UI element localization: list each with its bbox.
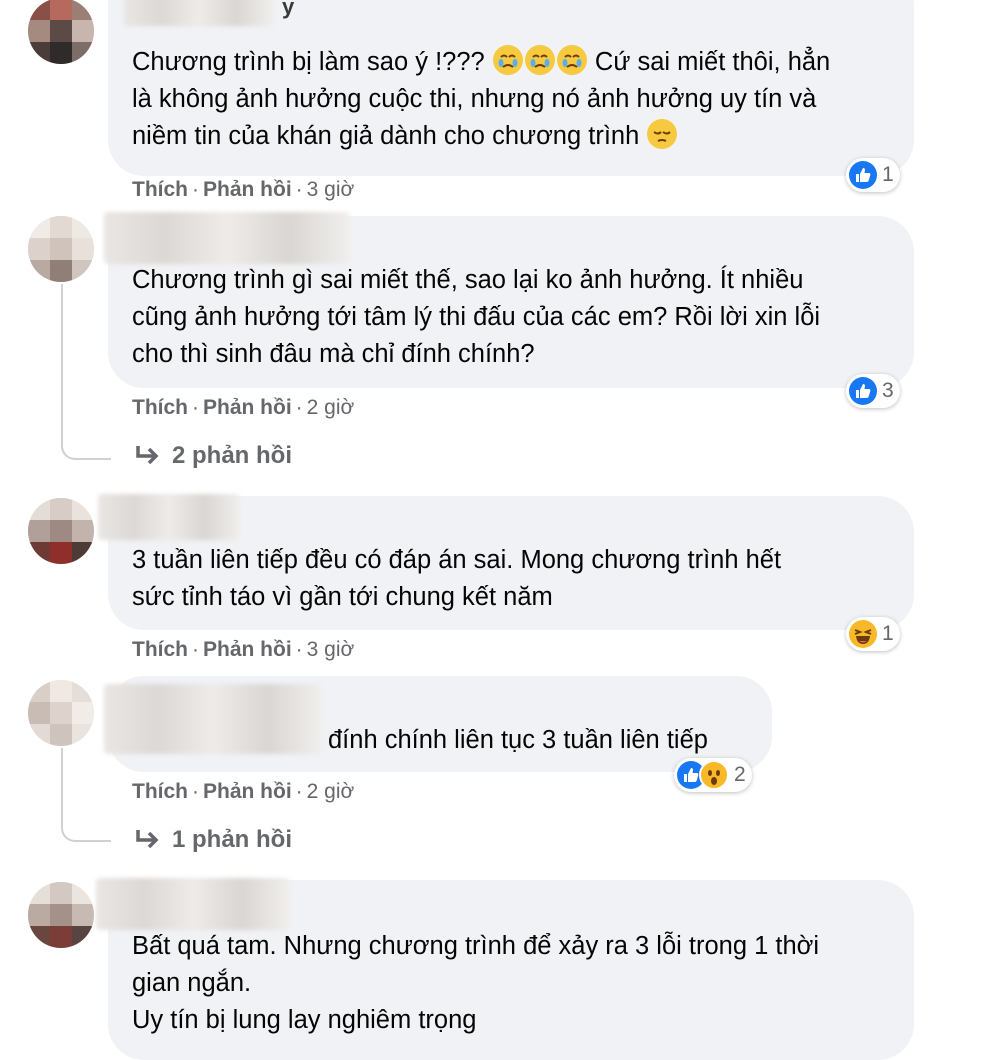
like-icon [849, 377, 877, 405]
comment-text: Chương trình bị làm sao ý !??? Cứ sai mi… [132, 44, 902, 155]
like-button[interactable]: Thích [132, 780, 188, 803]
reaction-summary[interactable]: 1 [846, 617, 900, 651]
comment-text: Bất quá tam. Nhưng chương trình để xảy r… [132, 932, 820, 1034]
like-icon [849, 161, 877, 189]
like-button[interactable]: Thích [132, 178, 188, 201]
reaction-summary[interactable]: 2 [674, 758, 752, 792]
crying-emoji [556, 45, 587, 75]
separator: · [192, 178, 199, 201]
reaction-count: 3 [882, 379, 894, 402]
separator: · [192, 396, 199, 419]
haha-icon [849, 620, 877, 648]
view-replies-link[interactable]: 2 phản hồi [134, 442, 292, 470]
commenter-name[interactable] [124, 0, 274, 26]
reaction-count: 2 [734, 763, 746, 786]
comment-actions: Thích · Phản hồi · 2 giờ [132, 780, 354, 804]
reply-button[interactable]: Phản hồi [203, 638, 292, 661]
replies-count: 2 phản hồi [172, 442, 292, 469]
reply-button[interactable]: Phản hồi [203, 780, 292, 803]
reaction-summary[interactable]: 1 [846, 158, 900, 192]
separator: · [295, 638, 303, 661]
reply-arrow-icon [136, 830, 159, 849]
thread-line [61, 284, 111, 460]
comment-timestamp[interactable]: 3 giờ [307, 178, 355, 201]
thread-line [61, 748, 111, 842]
separator: · [192, 638, 199, 661]
comment-text: Chương trình gì sai miết thế, sao lại ko… [132, 266, 821, 368]
separator: · [295, 780, 303, 803]
comment-timestamp[interactable]: 2 giờ [307, 396, 355, 419]
reaction-summary[interactable]: 3 [846, 374, 900, 408]
crying-emoji [492, 45, 523, 75]
comment-actions: Thích · Phản hồi · 3 giờ [132, 178, 354, 202]
replies-count: 1 phản hồi [172, 826, 292, 853]
commenter-name-tail: y [282, 0, 295, 19]
avatar[interactable] [28, 0, 94, 64]
like-button[interactable]: Thích [132, 396, 188, 419]
reaction-count: 1 [882, 622, 894, 645]
commenter-name[interactable] [96, 878, 290, 930]
pensive-emoji [647, 119, 678, 149]
reaction-count: 1 [882, 163, 894, 186]
reply-button[interactable]: Phản hồi [203, 396, 292, 419]
comment-actions: Thích · Phản hồi · 2 giờ [132, 396, 354, 420]
comment-text: 3 tuần liên tiếp đều có đáp án sai. Mong… [132, 546, 782, 611]
reply-button[interactable]: Phản hồi [203, 178, 292, 201]
comment-timestamp[interactable]: 2 giờ [307, 780, 355, 803]
comment-actions: Thích · Phản hồi · 3 giờ [132, 638, 354, 662]
separator: · [295, 396, 303, 419]
crying-emoji [524, 45, 555, 75]
avatar[interactable] [28, 882, 94, 948]
like-button[interactable]: Thích [132, 638, 188, 661]
comment-text: đính chính liên tục 3 tuần liên tiếp [328, 726, 708, 754]
comment-timestamp[interactable]: 3 giờ [307, 638, 355, 661]
avatar[interactable] [28, 680, 94, 746]
avatar[interactable] [28, 216, 94, 282]
commenter-name[interactable] [104, 212, 350, 264]
commenter-name[interactable] [98, 494, 240, 540]
avatar[interactable] [28, 498, 94, 564]
comment-text-start: Chương trình bị làm sao ý !??? [132, 48, 485, 76]
wow-icon [699, 760, 729, 790]
reply-arrow-icon [136, 446, 159, 465]
separator: · [295, 178, 303, 201]
separator: · [192, 780, 199, 803]
commenter-name[interactable] [104, 684, 322, 754]
view-replies-link[interactable]: 1 phản hồi [134, 826, 292, 854]
